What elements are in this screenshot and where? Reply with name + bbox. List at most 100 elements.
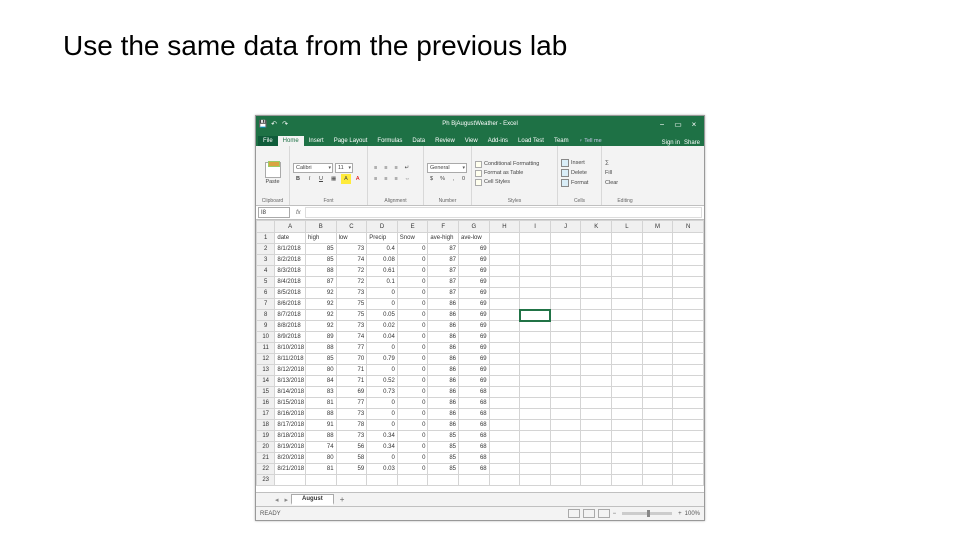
cell[interactable]	[673, 398, 704, 409]
cell[interactable]	[520, 475, 551, 486]
cell[interactable]: 69	[459, 376, 490, 387]
row-header-18[interactable]: 18	[257, 420, 275, 431]
fx-icon[interactable]: fx	[292, 210, 305, 216]
cell[interactable]	[581, 310, 612, 321]
col-header-I[interactable]: I	[520, 221, 551, 233]
col-header-G[interactable]: G	[459, 221, 490, 233]
conditional-formatting-button[interactable]: Conditional Formatting	[475, 160, 554, 168]
cell[interactable]	[489, 310, 520, 321]
cell[interactable]: 92	[305, 310, 336, 321]
cell[interactable]	[673, 475, 704, 486]
row-header-15[interactable]: 15	[257, 387, 275, 398]
cell[interactable]	[489, 244, 520, 255]
cell[interactable]	[642, 475, 673, 486]
cell[interactable]	[581, 365, 612, 376]
row-header-7[interactable]: 7	[257, 299, 275, 310]
cell[interactable]: 72	[336, 277, 367, 288]
save-icon[interactable]: 💾	[259, 120, 267, 128]
cell[interactable]: 0	[367, 398, 398, 409]
cell[interactable]: 0	[367, 453, 398, 464]
cell[interactable]	[581, 431, 612, 442]
name-box[interactable]: I8	[258, 207, 290, 218]
cell[interactable]	[673, 387, 704, 398]
cell[interactable]	[642, 387, 673, 398]
cell[interactable]	[520, 299, 551, 310]
cell[interactable]	[673, 332, 704, 343]
cell[interactable]: 86	[428, 420, 459, 431]
format-cells-button[interactable]: Format	[561, 179, 598, 188]
cell[interactable]: 0.4	[367, 244, 398, 255]
cell[interactable]	[673, 321, 704, 332]
cell[interactable]: 0	[397, 244, 428, 255]
cell[interactable]	[673, 266, 704, 277]
tab-team[interactable]: Team	[549, 136, 574, 146]
cell[interactable]	[612, 398, 643, 409]
cell[interactable]	[520, 244, 551, 255]
cell[interactable]: Snow	[397, 233, 428, 244]
cell[interactable]: 8/9/2018	[275, 332, 306, 343]
cell[interactable]	[642, 420, 673, 431]
cell[interactable]: 84	[305, 376, 336, 387]
cell[interactable]: Precip	[367, 233, 398, 244]
cell-styles-button[interactable]: Cell Styles	[475, 178, 554, 186]
row-header-6[interactable]: 6	[257, 288, 275, 299]
cell[interactable]	[612, 244, 643, 255]
row-header-9[interactable]: 9	[257, 321, 275, 332]
cell[interactable]: 0.02	[367, 321, 398, 332]
cell[interactable]: low	[336, 233, 367, 244]
cell[interactable]: 68	[459, 442, 490, 453]
cell[interactable]: 83	[305, 387, 336, 398]
cell[interactable]	[397, 475, 428, 486]
cell[interactable]: 0.04	[367, 332, 398, 343]
cell[interactable]: 8/5/2018	[275, 288, 306, 299]
cell[interactable]	[612, 464, 643, 475]
cell[interactable]: 73	[336, 321, 367, 332]
cell[interactable]: 85	[428, 464, 459, 475]
cell[interactable]	[550, 299, 581, 310]
cell[interactable]: 89	[305, 332, 336, 343]
cell[interactable]	[550, 464, 581, 475]
cell[interactable]	[581, 288, 612, 299]
align-top-button[interactable]: ≡	[371, 163, 380, 173]
undo-icon[interactable]: ↶	[270, 120, 278, 128]
cell[interactable]	[581, 387, 612, 398]
cell[interactable]	[550, 365, 581, 376]
cell[interactable]	[673, 343, 704, 354]
cell[interactable]	[550, 409, 581, 420]
col-header-M[interactable]: M	[642, 221, 673, 233]
delete-cells-button[interactable]: Delete	[561, 169, 598, 178]
tab-page-layout[interactable]: Page Layout	[329, 136, 373, 146]
cell[interactable]: 0	[397, 453, 428, 464]
cell[interactable]: 87	[428, 244, 459, 255]
cell[interactable]	[489, 354, 520, 365]
cell[interactable]: 92	[305, 288, 336, 299]
cell[interactable]: 80	[305, 365, 336, 376]
col-header-H[interactable]: H	[489, 221, 520, 233]
cell[interactable]: 68	[459, 409, 490, 420]
row-header-21[interactable]: 21	[257, 453, 275, 464]
cell[interactable]: 78	[336, 420, 367, 431]
row-header-19[interactable]: 19	[257, 431, 275, 442]
cell[interactable]: 69	[459, 365, 490, 376]
font-size-combo[interactable]: 11	[335, 163, 353, 173]
row-header-23[interactable]: 23	[257, 475, 275, 486]
tab-file[interactable]: File	[258, 136, 278, 146]
cell[interactable]	[520, 332, 551, 343]
cell[interactable]: 8/10/2018	[275, 343, 306, 354]
cell[interactable]: 58	[336, 453, 367, 464]
cell[interactable]	[520, 343, 551, 354]
cell[interactable]	[612, 299, 643, 310]
cell[interactable]	[489, 299, 520, 310]
cell[interactable]: 92	[305, 321, 336, 332]
cell[interactable]: 85	[305, 244, 336, 255]
cell[interactable]	[612, 442, 643, 453]
cell[interactable]: 0	[397, 321, 428, 332]
cell[interactable]	[520, 453, 551, 464]
paste-button[interactable]: Paste	[265, 162, 281, 185]
cell[interactable]: 77	[336, 343, 367, 354]
cell[interactable]: 0	[397, 277, 428, 288]
col-header-B[interactable]: B	[305, 221, 336, 233]
cell[interactable]: 8/6/2018	[275, 299, 306, 310]
cell[interactable]: 87	[428, 266, 459, 277]
number-format-combo[interactable]: General	[427, 163, 467, 173]
